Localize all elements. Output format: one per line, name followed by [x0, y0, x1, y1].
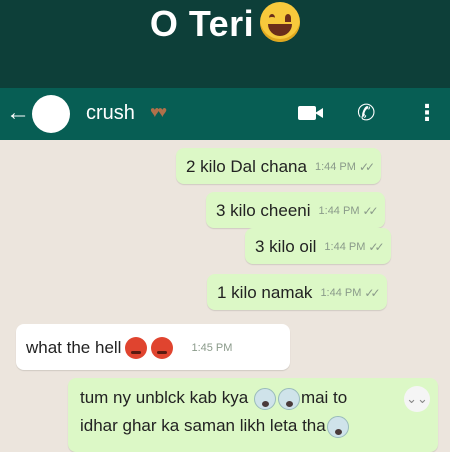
- message-text: 3 kilo oil: [255, 236, 317, 256]
- message-line: idhar ghar ka saman likh leta tha: [80, 412, 426, 440]
- message-text: idhar ghar ka saman likh leta tha: [80, 416, 326, 435]
- phone-icon[interactable]: ✆: [357, 100, 375, 126]
- message-text: 3 kilo cheeni: [216, 200, 311, 220]
- message-bubble[interactable]: 2 kilo Dal chana 1:44 PM ✓✓: [176, 148, 382, 184]
- read-ticks-icon: ✓✓: [368, 239, 384, 254]
- message-bubble[interactable]: tum ny unblck kab kya mai to idhar ghar …: [68, 378, 438, 452]
- message-bubble[interactable]: 1 kilo namak 1:44 PM ✓✓: [207, 274, 387, 310]
- fearful-face-icon: [326, 415, 349, 438]
- message-time: 1:44 PM: [314, 160, 356, 173]
- message-text: mai to: [300, 388, 348, 407]
- message-time: 1:45 PM: [191, 341, 233, 354]
- hearts-emoji-icon: ♥♥: [150, 104, 167, 121]
- chat-area: 2 kilo Dal chana 1:44 PM ✓✓ 3 kilo cheeni 1…: [0, 140, 450, 452]
- message-time: 1:44 PM: [320, 286, 362, 299]
- meme-banner: O Teri: [0, 0, 450, 88]
- message-text: what the hell: [26, 337, 122, 357]
- message-bubble[interactable]: what the hell 1:45 PM: [16, 324, 290, 370]
- message-bubble[interactable]: 3 kilo cheeni 1:44 PM ✓✓: [206, 192, 385, 228]
- laughing-emoji-icon: [260, 2, 301, 42]
- fearful-face-icon: [277, 387, 300, 410]
- avatar[interactable]: [32, 95, 70, 133]
- read-ticks-icon: ✓✓: [364, 285, 380, 300]
- read-ticks-icon: ✓✓: [362, 203, 378, 218]
- angry-face-icon: [151, 336, 174, 359]
- more-vertical-icon[interactable]: ⋮: [416, 100, 438, 126]
- meme-title: O Teri: [0, 2, 450, 45]
- contact-name[interactable]: crush: [86, 102, 135, 125]
- arrow-left-icon[interactable]: ←: [6, 101, 30, 125]
- message-time: 1:44 PM: [324, 240, 366, 253]
- video-call-icon[interactable]: [298, 106, 323, 120]
- scroll-down-icon[interactable]: ⌄⌄: [404, 386, 430, 412]
- message-text: tum ny unblck kab kya: [80, 388, 249, 407]
- message-bubble[interactable]: 3 kilo oil 1:44 PM ✓✓: [245, 228, 391, 264]
- message-time: 1:44 PM: [318, 204, 360, 217]
- message-line: tum ny unblck kab kya mai to: [80, 384, 426, 412]
- message-text: 2 kilo Dal chana: [186, 156, 307, 176]
- angry-face-icon: [125, 336, 148, 359]
- meme-title-text: O Teri: [149, 3, 255, 44]
- read-ticks-icon: ✓✓: [358, 159, 375, 174]
- message-text: 1 kilo namak: [217, 282, 313, 302]
- chat-header: ← crush ♥♥ ✆ ⋮: [0, 88, 450, 140]
- fearful-face-icon: [253, 387, 276, 410]
